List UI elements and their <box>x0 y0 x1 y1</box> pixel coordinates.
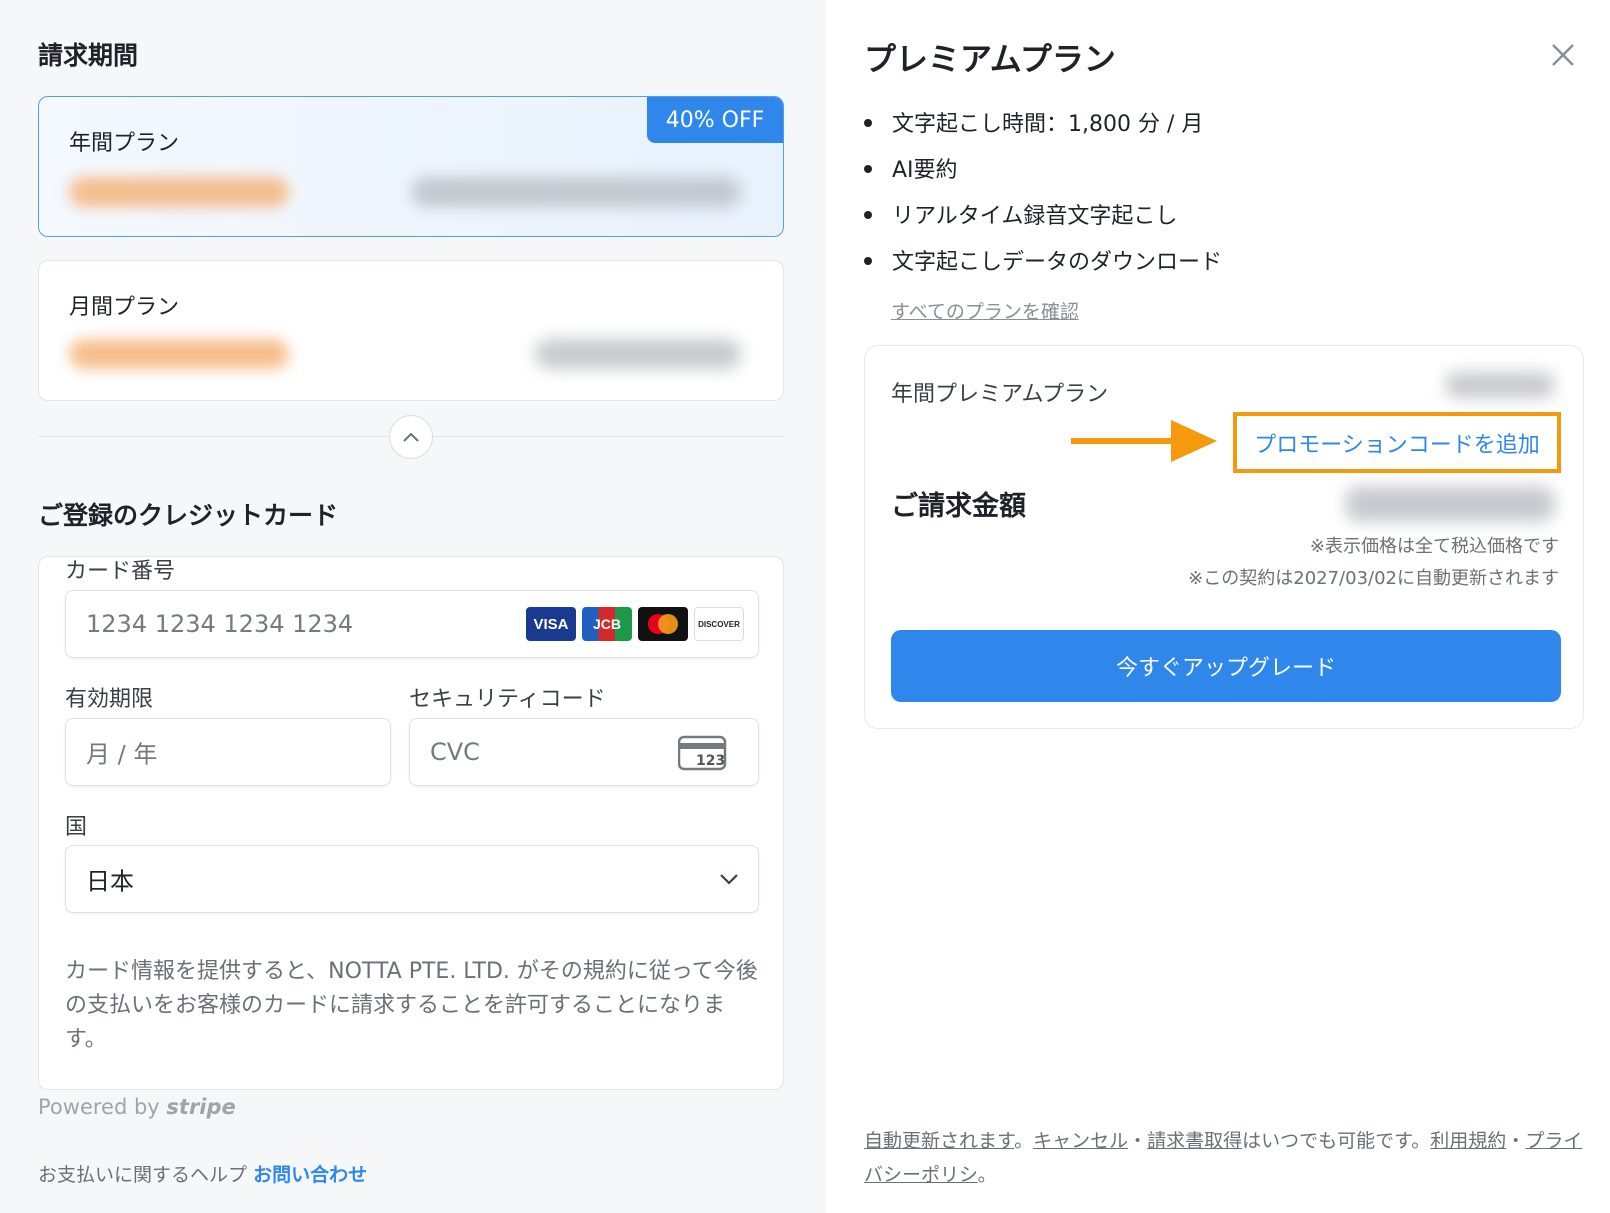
credit-card-title: ご登録のクレジットカード <box>38 501 339 530</box>
footer-text: ・ <box>1506 1130 1526 1152</box>
expiry-input[interactable]: 月 / 年 <box>65 718 391 786</box>
stripe-logo: stripe <box>166 1095 236 1119</box>
invoice-link[interactable]: 請求書取得 <box>1147 1130 1242 1152</box>
promo-highlight: プロモーションコードを追加 <box>1233 412 1561 473</box>
annual-plan-card[interactable]: 年間プラン 40% OFF <box>38 96 784 237</box>
plan-price-redacted <box>1445 372 1555 398</box>
annual-plan-label: 年間プラン <box>69 131 180 156</box>
country-value: 日本 <box>86 867 134 896</box>
footer-terms: 自動更新されます。キャンセル・請求書取得はいつでも可能です。利用規約・プライバシ… <box>864 1124 1584 1192</box>
security-code-label: セキュリティコード <box>409 687 606 712</box>
collapse-button[interactable] <box>389 415 433 459</box>
bullet-icon <box>864 257 872 265</box>
payment-help: お支払いに関するヘルプ お問い合わせ <box>38 1160 367 1187</box>
bullet-icon <box>864 211 872 219</box>
chevron-up-icon <box>403 432 419 442</box>
expiry-placeholder: 月 / 年 <box>86 740 158 769</box>
monthly-plan-label: 月間プラン <box>69 295 180 320</box>
feature-text: リアルタイム録音文字起こし <box>892 204 1178 229</box>
feature-item: リアルタイム録音文字起こし <box>864 198 1177 230</box>
feature-text: 文字起こし時間：1,800 分 / 月 <box>892 112 1204 137</box>
auto-renew-link[interactable]: 自動更新されます <box>864 1130 1014 1152</box>
monthly-plan-card[interactable]: 月間プラン <box>38 260 784 401</box>
card-number-label: カード番号 <box>65 559 176 584</box>
add-promo-code-link[interactable]: プロモーションコードを追加 <box>1237 416 1557 469</box>
feature-item: 文字起こしデータのダウンロード <box>864 244 1222 276</box>
billing-period-title: 請求期間 <box>38 41 139 70</box>
contact-link[interactable]: お問い合わせ <box>253 1164 367 1186</box>
help-text: お支払いに関するヘルプ <box>38 1164 248 1186</box>
powered-by-text: Powered by <box>38 1095 160 1119</box>
discount-badge: 40% OFF <box>647 97 783 143</box>
cancel-link[interactable]: キャンセル <box>1033 1130 1128 1152</box>
footer-text: 。 <box>1014 1130 1034 1152</box>
feature-item: AI要約 <box>864 152 958 184</box>
card-legal-text: カード情報を提供すると、NOTTA PTE. LTD. がその規約に従って今後の… <box>65 959 758 1052</box>
summary-plan-name: 年間プレミアムプラン <box>891 382 1109 407</box>
annual-price-redacted <box>69 177 289 207</box>
card-form: カード番号 1234 1234 1234 1234 VISA JCB DISCO… <box>38 556 784 1090</box>
chevron-down-icon <box>720 874 738 885</box>
monthly-detail-redacted <box>535 339 741 369</box>
footer-text: 。 <box>977 1164 997 1186</box>
renewal-note: ※この契約は2027/03/02に自動更新されます <box>1188 568 1559 589</box>
arrow-right-icon <box>1071 420 1217 462</box>
terms-link[interactable]: 利用規約 <box>1430 1130 1506 1152</box>
visa-icon: VISA <box>526 607 576 641</box>
expiry-label: 有効期限 <box>65 687 154 712</box>
feature-text: 文字起こしデータのダウンロード <box>892 250 1223 275</box>
footer-text: ・ <box>1128 1130 1148 1152</box>
footer-text: はいつでも可能です。 <box>1242 1130 1431 1152</box>
plan-title: プレミアムプラン <box>864 40 1116 78</box>
tax-note: ※表示価格は全て税込価格です <box>1309 536 1559 557</box>
cvc-placeholder: CVC <box>430 738 480 766</box>
payment-panel: 請求期間 年間プラン 40% OFF 月間プラン ご登録のクレジットカード カー… <box>0 0 826 1213</box>
feature-text: AI要約 <box>892 158 958 183</box>
jcb-icon: JCB <box>582 607 632 641</box>
billing-amount-label: ご請求金額 <box>891 491 1026 522</box>
monthly-price-redacted <box>69 339 289 369</box>
card-number-placeholder: 1234 1234 1234 1234 <box>86 610 354 638</box>
annual-detail-redacted <box>411 177 741 207</box>
discover-icon: DISCOVER <box>694 607 744 641</box>
card-number-input[interactable]: 1234 1234 1234 1234 VISA JCB DISCOVER <box>65 590 759 658</box>
bullet-icon <box>864 165 872 173</box>
cvc-card-icon: 123 <box>678 735 728 771</box>
billing-amount-redacted <box>1345 486 1555 522</box>
country-label: 国 <box>65 815 88 840</box>
feature-item: 文字起こし時間：1,800 分 / 月 <box>864 106 1203 138</box>
cvc-icon-text: 123 <box>696 753 726 769</box>
order-summary: 年間プレミアムプラン プロモーションコードを追加 ご請求金額 ※表示価格は全て税… <box>864 345 1584 729</box>
close-icon[interactable] <box>1546 38 1580 72</box>
country-select[interactable]: 日本 <box>65 845 759 913</box>
cvc-input[interactable]: CVC 123 <box>409 718 759 786</box>
bullet-icon <box>864 119 872 127</box>
powered-by-stripe: Powered by stripe <box>38 1095 236 1119</box>
upgrade-button[interactable]: 今すぐアップグレード <box>891 630 1561 702</box>
plan-summary-panel: プレミアムプラン 文字起こし時間：1,800 分 / 月 AI要約 リアルタイム… <box>826 0 1610 1213</box>
all-plans-link[interactable]: すべてのプランを確認 <box>891 297 1079 324</box>
mastercard-icon <box>638 607 688 641</box>
